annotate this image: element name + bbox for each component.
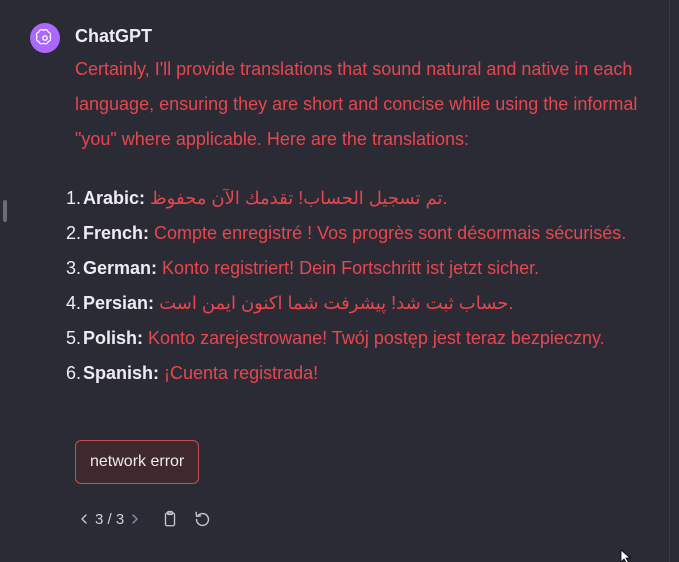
clipboard-icon [165, 510, 176, 527]
list-entry: French: Compte enregistré ! Vos progrès … [82, 216, 668, 251]
list-item: 1. Arabic: تم تسجيل الحساب! تقدمك الآن م… [48, 181, 668, 216]
regenerate-button[interactable] [189, 506, 215, 532]
chevron-right-icon [132, 514, 138, 524]
list-number: 2. [65, 223, 81, 243]
list-item: 5. Polish: Konto zarejestrowane! Twój po… [48, 321, 668, 356]
message-intro-text: Certainly, I'll provide translations tha… [75, 59, 638, 149]
previous-response-button[interactable] [76, 508, 92, 530]
list-item: 2. French: Compte enregistré ! Vos progr… [48, 216, 668, 251]
list-number: 4. [65, 293, 81, 313]
list-number: 5. [65, 328, 81, 348]
list-number: 6. [65, 363, 81, 383]
regenerate-icon [195, 511, 209, 526]
list-entry: Persian: حساب ثبت شد! پیشرفت شما اکنون ا… [82, 286, 668, 321]
language-label: Spanish: [83, 363, 160, 383]
translation-text: تم تسجيل الحساب! تقدمك الآن محفوظ. [150, 188, 448, 208]
message-author: ChatGPT [75, 26, 153, 46]
copy-button[interactable] [157, 506, 183, 532]
list-item: 4. Persian: حساب ثبت شد! پیشرفت شما اکنو… [48, 286, 668, 321]
language-label: French: [83, 223, 150, 243]
chevron-left-icon [81, 514, 87, 524]
scroll-divider [669, 0, 670, 562]
message-toolbar: 3 / 3 [76, 506, 215, 532]
list-entry: Spanish: ¡Cuenta registrada! [82, 356, 668, 391]
response-pager: 3 / 3 [95, 510, 125, 528]
list-entry: German: Konto registriert! Dein Fortschr… [82, 251, 668, 286]
language-label: German: [83, 258, 158, 278]
chatgpt-avatar [30, 23, 60, 53]
list-item: 6. Spanish: ¡Cuenta registrada! [48, 356, 668, 391]
openai-logo-icon [35, 29, 52, 45]
network-error-alert: network error [75, 440, 200, 484]
next-response-button[interactable] [127, 508, 143, 530]
list-entry: Arabic: تم تسجيل الحساب! تقدمك الآن محفو… [82, 181, 668, 216]
language-label: Arabic: [83, 188, 146, 208]
resize-handle[interactable] [3, 200, 7, 222]
translation-text: ¡Cuenta registrada! [164, 363, 319, 383]
list-number: 1. [65, 188, 81, 208]
translation-text: Konto registriert! Dein Fortschritt ist … [162, 258, 540, 278]
translation-list: 1. Arabic: تم تسجيل الحساب! تقدمك الآن م… [48, 181, 668, 391]
list-entry: Polish: Konto zarejestrowane! Twój postę… [82, 321, 668, 356]
language-label: Polish: [83, 328, 144, 348]
translation-text: Compte enregistré ! Vos progrès sont dés… [154, 223, 627, 243]
translation-text: Konto zarejestrowane! Twój postęp jest t… [148, 328, 605, 348]
list-item: 3. German: Konto registriert! Dein Forts… [48, 251, 668, 286]
mouse-cursor-icon [620, 550, 632, 562]
chat-message-panel: ChatGPT Certainly, I'll provide translat… [0, 0, 679, 562]
list-number: 3. [65, 258, 81, 278]
language-label: Persian: [83, 293, 155, 313]
translation-text: حساب ثبت شد! پیشرفت شما اکنون ایمن است. [159, 293, 514, 313]
